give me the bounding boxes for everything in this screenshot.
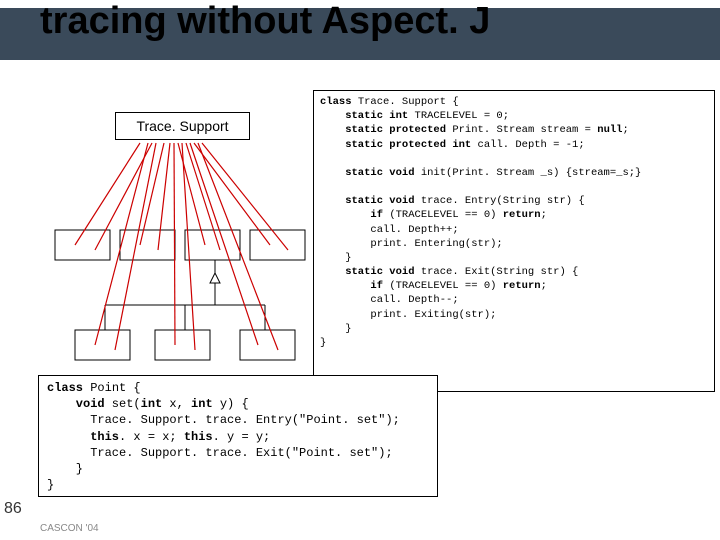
trace-support-box: Trace. Support bbox=[115, 112, 250, 140]
code-tracesupport: class Trace. Support { static int TRACEL… bbox=[313, 90, 715, 392]
page-number: 86 bbox=[4, 500, 22, 518]
slide-title: tracing without Aspect. J bbox=[40, 0, 490, 43]
code-point: class Point { void set(int x, int y) { T… bbox=[38, 375, 438, 497]
class-diagram bbox=[40, 95, 330, 405]
footer-text: CASCON '04 bbox=[40, 523, 99, 534]
